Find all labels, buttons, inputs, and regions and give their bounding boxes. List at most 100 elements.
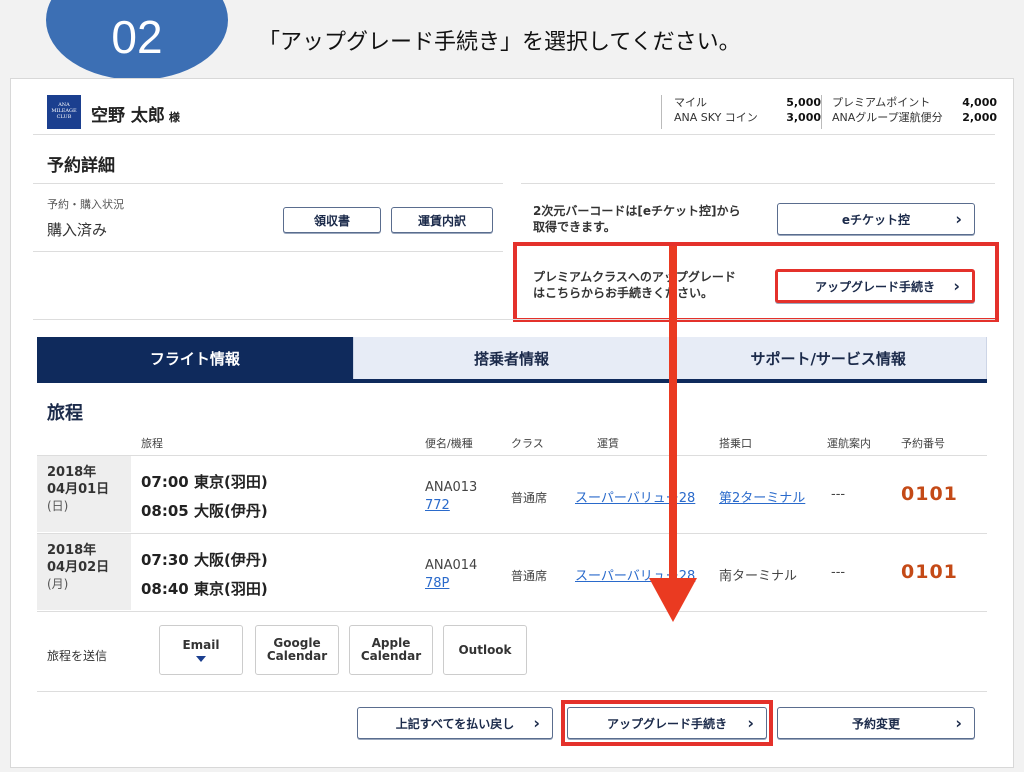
divider (37, 611, 987, 612)
upgrade-button-top[interactable]: アップグレード手続き › (775, 269, 975, 303)
change-reservation-label: 予約変更 (851, 716, 900, 731)
user-name-text: 空野 太郎 (91, 106, 165, 126)
flight-year: 2018年 (47, 465, 97, 480)
skycoin-value: 3,000 (786, 111, 821, 124)
column-header-gate: 搭乗口 (719, 437, 752, 450)
divider (33, 134, 995, 135)
dropdown-triangle-icon (196, 655, 206, 662)
gate-name: 南ターミナル (719, 569, 798, 584)
google-calendar-button[interactable]: Google Calendar (255, 625, 339, 675)
premium-points-label: プレミアムポイント (832, 96, 931, 109)
eticket-button-label: eチケット控 (841, 212, 911, 227)
upgrade-note-line2: はこちらからお手続きください。 (533, 286, 714, 300)
step-number: 02 (111, 11, 163, 63)
column-header-fare: 運賃 (597, 437, 619, 450)
arrival: 08:05 大阪(伊丹) (141, 502, 268, 520)
divider (33, 183, 503, 184)
reservation-number: 0101 (901, 561, 958, 583)
member-bar: ANA MILEAGE CLUB 空野 太郎様 マイル 5,000 ANA SKY… (33, 87, 997, 133)
outlook-button-label: Outlook (458, 642, 512, 657)
chevron-right-icon: › (747, 713, 754, 733)
gate-link[interactable]: 第2ターミナル (719, 487, 805, 506)
receipt-button[interactable]: 領収書 (283, 207, 381, 233)
step-instruction: 「アップグレード手続き」を選択してください。 (258, 30, 741, 55)
divider (33, 319, 995, 320)
refund-all-label: 上記すべてを払い戻し (395, 716, 515, 731)
reservation-title: 予約詳細 (47, 156, 115, 176)
departure: 07:30 大阪(伊丹) (141, 551, 268, 569)
premium-points-summary: プレミアムポイント 4,000 ANAグループ運航便分 2,000 (821, 95, 997, 129)
flight-code: ANA014 (425, 558, 478, 573)
divider (521, 183, 995, 184)
flight-weekday: (日) (47, 499, 69, 513)
guide-arrow-shaft (669, 246, 677, 602)
flight-code: ANA013 (425, 480, 478, 495)
chevron-right-icon: › (955, 713, 962, 733)
flight-weekday: (月) (47, 577, 69, 591)
group-flights-value: 2,000 (962, 111, 997, 124)
operations-status: --- (831, 487, 846, 502)
aircraft-link[interactable]: 772 (425, 497, 477, 515)
flight-day: 04月02日 (47, 560, 110, 575)
refund-all-button[interactable]: 上記すべてを払い戻し › (357, 707, 553, 739)
divider (37, 533, 987, 534)
seat-class: 普通席 (511, 569, 548, 583)
seat-class: 普通席 (511, 491, 548, 505)
flight-number: ANA013 772 (425, 479, 477, 515)
upgrade-button-bottom-label: アップグレード手続き (606, 716, 727, 731)
upgrade-button-top-label: アップグレード手続き (814, 279, 935, 294)
premium-points-value: 4,000 (962, 96, 997, 109)
ana-mileage-club-logo: ANA MILEAGE CLUB (47, 95, 81, 129)
upgrade-note: プレミアムクラスへのアップグレード はこちらからお手続きください。 (533, 269, 736, 301)
fare-breakdown-button[interactable]: 運賃内訳 (391, 207, 493, 233)
tab-passenger-info[interactable]: 搭乗者情報 (353, 337, 671, 379)
skycoin-label: ANA SKY コイン (674, 111, 758, 124)
google-calendar-label: Google Calendar (266, 636, 328, 663)
apple-calendar-button[interactable]: Apple Calendar (349, 625, 433, 675)
user-name: 空野 太郎様 (91, 101, 180, 126)
apple-calendar-label: Apple Calendar (360, 636, 422, 663)
chevron-right-icon: › (955, 209, 962, 229)
operations-status: --- (831, 565, 846, 580)
tab-support-services[interactable]: サポート/サービス情報 (670, 337, 988, 379)
barcode-note-line1: 2次元バーコードは[eチケット控]から (533, 204, 741, 218)
divider (37, 455, 987, 456)
email-button[interactable]: Email (159, 625, 243, 675)
flight-day: 04月01日 (47, 482, 110, 497)
eticket-button[interactable]: eチケット控 › (777, 203, 975, 235)
barcode-note: 2次元バーコードは[eチケット控]から 取得できます。 (533, 203, 740, 235)
itinerary-title: 旅程 (47, 403, 83, 424)
miles-value: 5,000 (786, 96, 821, 109)
divider (37, 691, 987, 692)
flight-number: ANA014 78P (425, 557, 477, 593)
column-header-flight: 便名/機種 (425, 437, 473, 450)
flight-date: 2018年 04月02日 (月) (37, 534, 131, 610)
departure: 07:00 東京(羽田) (141, 473, 268, 491)
change-reservation-button[interactable]: 予約変更 › (777, 707, 975, 739)
step-badge: 02 (46, 0, 228, 80)
column-header-route: 旅程 (141, 437, 163, 450)
flight-year: 2018年 (47, 543, 97, 558)
group-flights-label: ANAグループ運航便分 (832, 111, 943, 124)
guide-arrow-head-icon (649, 578, 697, 622)
upgrade-button-bottom[interactable]: アップグレード手続き › (567, 707, 767, 739)
reservation-number: 0101 (901, 483, 958, 505)
miles-summary: マイル 5,000 ANA SKY コイン 3,000 (661, 95, 821, 129)
arrival: 08:40 東京(羽田) (141, 580, 268, 598)
purchase-status-label: 予約・購入状況 (47, 198, 124, 211)
info-tabs: フライト情報 搭乗者情報 サポート/サービス情報 (37, 337, 988, 383)
flight-date: 2018年 04月01日 (日) (37, 456, 131, 532)
tab-flight-info[interactable]: フライト情報 (37, 337, 354, 379)
aircraft-link[interactable]: 78P (425, 575, 477, 593)
send-itinerary-label: 旅程を送信 (47, 649, 108, 663)
user-honorific: 様 (168, 111, 180, 124)
outlook-button[interactable]: Outlook (443, 625, 527, 675)
chevron-right-icon: › (533, 713, 540, 733)
upgrade-note-line1: プレミアムクラスへのアップグレード (533, 270, 736, 284)
purchase-status-value: 購入済み (47, 221, 108, 239)
column-header-operations: 運航案内 (827, 437, 871, 450)
barcode-note-line2: 取得できます。 (533, 220, 616, 234)
fare-link[interactable]: スーパーバリュー28 (575, 487, 695, 506)
chevron-right-icon: › (953, 276, 960, 296)
column-header-class: クラス (511, 437, 544, 450)
